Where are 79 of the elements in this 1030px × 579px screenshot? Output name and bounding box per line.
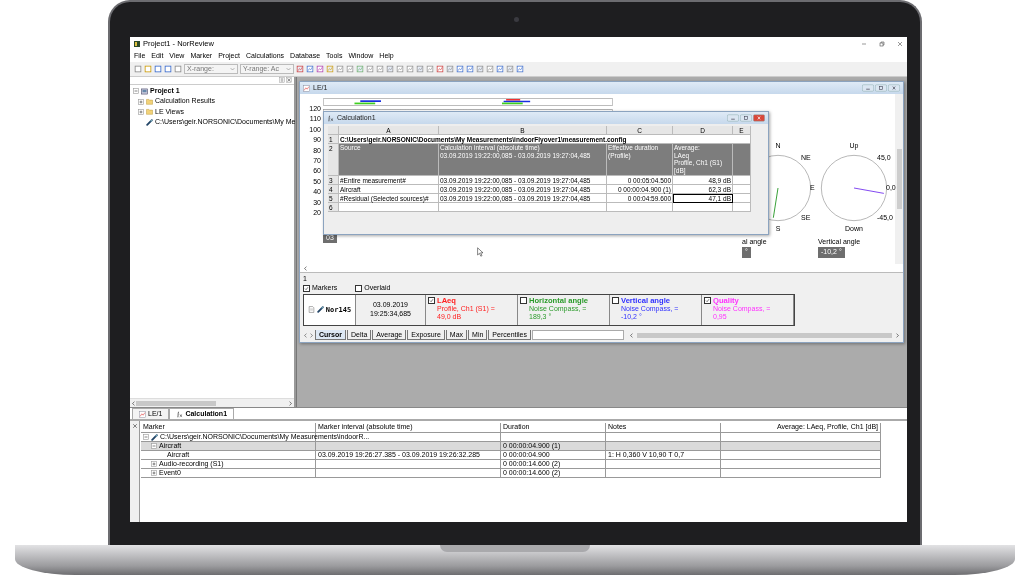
empty-cell: [673, 203, 733, 212]
formula-icon: [176, 410, 184, 418]
restore-icon[interactable]: [879, 40, 885, 47]
collapse-icon[interactable]: [143, 434, 149, 440]
toolbar-icon[interactable]: [356, 65, 364, 73]
toolbar-icon[interactable]: [476, 65, 484, 73]
empty-cell: [733, 185, 751, 194]
scroll-right-icon[interactable]: [288, 400, 293, 406]
expand-icon[interactable]: [151, 461, 157, 467]
probe-icon: [151, 433, 158, 441]
toolbar-icon[interactable]: [316, 65, 324, 73]
checkbox[interactable]: [704, 296, 711, 304]
toolbar-icon[interactable]: [376, 65, 384, 73]
toolbar-icon[interactable]: [416, 65, 424, 73]
horizontal-scrollbar[interactable]: [629, 331, 900, 339]
close-icon[interactable]: [897, 40, 903, 47]
scroll-right-icon[interactable]: [895, 332, 900, 338]
checkbox[interactable]: [520, 296, 527, 304]
chart-icon: [303, 84, 310, 92]
expand-icon[interactable]: [138, 98, 144, 105]
document-icon: [307, 306, 315, 314]
project-icon: [141, 87, 148, 95]
close-icon[interactable]: [131, 423, 138, 429]
scroll-left-icon[interactable]: [303, 332, 308, 338]
toolbar-icon[interactable]: [296, 65, 304, 73]
caret-icon: [230, 67, 235, 71]
probe-icon: [316, 306, 324, 314]
empty-cell: [733, 203, 751, 212]
minimize-button[interactable]: [862, 84, 874, 92]
toolbar-icon[interactable]: [366, 65, 374, 73]
minimize-icon[interactable]: [861, 40, 867, 47]
scroll-right-icon[interactable]: [309, 332, 314, 338]
close-button[interactable]: [888, 84, 900, 92]
toolbar-icon[interactable]: [426, 65, 434, 73]
checkbox[interactable]: [303, 285, 310, 293]
checkbox[interactable]: [428, 296, 435, 304]
toolbar-icon[interactable]: [386, 65, 394, 73]
collapse-icon[interactable]: [133, 88, 139, 95]
toolbar-icon[interactable]: [346, 65, 354, 73]
toolbar-icon[interactable]: [446, 65, 454, 73]
scroll-left-icon[interactable]: [629, 332, 634, 338]
toolbar-icon[interactable]: [516, 65, 524, 73]
toolbar-icon[interactable]: [466, 65, 474, 73]
caret-icon: [286, 67, 291, 71]
scroll-left-icon[interactable]: [303, 265, 308, 271]
header-cell-blank: [733, 144, 751, 176]
probe-icon: [146, 118, 153, 126]
empty-cell: [733, 194, 751, 203]
toolbar-icon[interactable]: [456, 65, 464, 73]
table-corner[interactable]: [328, 126, 339, 135]
toolbar-icon[interactable]: [486, 65, 494, 73]
close-button[interactable]: [753, 114, 765, 122]
formula-icon: [327, 114, 334, 122]
checkbox[interactable]: [612, 296, 619, 304]
toolbar-icon[interactable]: [436, 65, 444, 73]
toolbar-icon[interactable]: [506, 65, 514, 73]
toolbar-icon[interactable]: [406, 65, 414, 73]
toolbar-icon[interactable]: [306, 65, 314, 73]
expand-icon[interactable]: [151, 470, 157, 476]
horizontal-scrollbar[interactable]: [130, 398, 294, 407]
vertical-scrollbar[interactable]: [895, 94, 903, 264]
app-icon: [134, 40, 140, 47]
camera-dot: [514, 17, 519, 22]
checkbox[interactable]: [355, 285, 363, 293]
empty-cell: [607, 203, 673, 212]
toolbar-icon[interactable]: [336, 65, 344, 73]
close-icon[interactable]: [286, 77, 292, 83]
scroll-left-icon[interactable]: [131, 400, 136, 406]
toolbar-icon[interactable]: [326, 65, 334, 73]
minimize-button[interactable]: [727, 114, 739, 122]
toolbar-icon[interactable]: [396, 65, 404, 73]
restore-button[interactable]: [740, 114, 752, 122]
pin-icon[interactable]: [279, 77, 285, 83]
collapse-icon[interactable]: [151, 443, 157, 449]
toolbar-icon[interactable]: [496, 65, 504, 73]
restore-button[interactable]: [875, 84, 887, 92]
mouse-pointer-icon: [477, 247, 483, 257]
empty-cell: [733, 176, 751, 185]
expand-icon[interactable]: [138, 108, 144, 115]
